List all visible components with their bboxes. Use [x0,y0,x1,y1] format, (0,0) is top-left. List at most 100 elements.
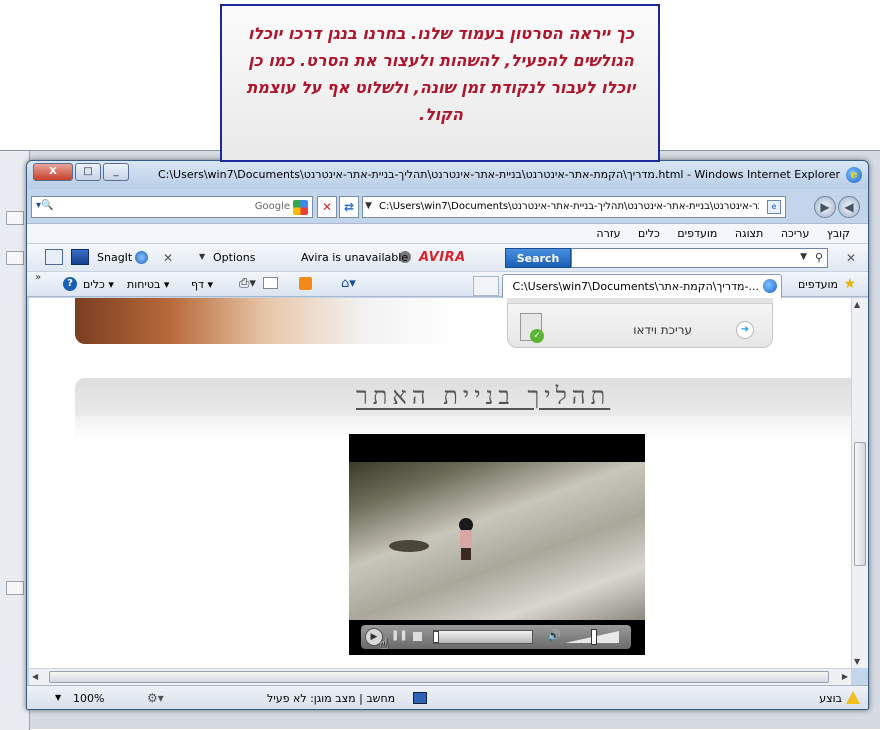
print-icon[interactable]: ⎙▾ [239,276,256,291]
video-edit-link[interactable]: עריכת וידאו [633,323,692,337]
volume-thumb[interactable] [591,629,597,645]
ie-page-icon [763,279,777,293]
favorites-star-icon[interactable]: ★ [843,276,856,292]
video-frame[interactable] [349,462,645,620]
window-close-button[interactable]: X [33,163,73,181]
tab-active[interactable]: C:\Users\win7\Documents\מדריך\הקמת-אתר-.… [502,274,782,298]
chevron-more-icon[interactable]: » [35,272,41,283]
mail-icon[interactable] [263,277,278,289]
menu-items: קובץ עריכה תצוגה מועדפים כלים עזרה [582,227,850,240]
video-player[interactable]: ▶ ❚❚ 🔊 ☝ [349,434,645,655]
horizontal-scrollbar[interactable]: ◀ ▶ [29,668,851,685]
vertical-scrollbar[interactable]: ▲ ▼ [851,298,868,668]
menu-item-help[interactable]: עזרה [596,227,620,240]
page-menu-label: דף [191,278,205,291]
menu-item-view[interactable]: תצוגה [735,227,763,240]
back-button[interactable]: ▶ [814,196,836,218]
toolbars-row: ✕ ⚲ ▼ Search AVIRA Avira is unavailable … [27,243,868,271]
video-scene-child-body [460,530,472,548]
page-icon: e [767,200,781,214]
background-app-control [6,581,24,595]
scroll-left-arrow-icon[interactable]: ◀ [32,672,38,681]
status-text: בוצע [819,692,842,705]
video-scene-rock [389,540,429,552]
close-toolbar-icon[interactable]: ✕ [163,251,173,265]
feeds-icon[interactable] [299,277,312,290]
snagit-capture-icon[interactable] [71,249,89,265]
tools-menu-button[interactable]: כלים ▾ [83,278,114,291]
background-app-control [6,251,24,265]
horizontal-scroll-thumb[interactable] [49,671,829,683]
new-tab-button[interactable] [473,276,499,296]
tools-menu-label: כלים [83,278,105,291]
background-app-control [6,211,24,225]
search-icon[interactable]: ⚲ [815,251,823,264]
menu-bar: קובץ עריכה תצוגה מועדפים כלים עזרה [27,223,868,243]
address-bar[interactable]: e C:\Users\win7\Documents\מדריך\הקמת-אתר… [362,196,786,218]
seek-thumb[interactable] [433,631,439,643]
security-zone[interactable]: מחשב | מצב מוגן: לא פעיל [267,692,395,705]
google-search-box[interactable]: Google ▾🔍 [31,196,313,218]
google-logo-icon [293,200,308,215]
title-bar[interactable]: X □ _ C:\Users\win7\Documents\מדריך\הקמת… [27,161,868,189]
favorites-button[interactable]: מועדפים [798,278,838,291]
avira-status: Avira is unavailable [301,251,409,264]
protected-mode-icon[interactable]: ⚙▾ [147,691,164,705]
page-title: תהליך בניית האתר [356,382,611,410]
scroll-up-arrow-icon[interactable]: ▲ [854,300,860,309]
menu-item-file[interactable]: קובץ [827,227,850,240]
scroll-down-arrow-icon[interactable]: ▼ [854,657,860,666]
scroll-right-arrow-icon[interactable]: ▶ [842,672,848,681]
chevron-down-icon[interactable]: ▼ [199,252,205,261]
chevron-down-icon[interactable]: ▼ [800,252,807,262]
pause-button[interactable]: ❚❚ [391,630,408,641]
help-icon[interactable]: ? [63,277,77,291]
volume-icon[interactable]: 🔊 [547,629,561,642]
page-content: ✓ עריכת וידאו ➜ תהליך בניית האתר ▶ ❚❚ 🔊 … [29,298,851,668]
browser-window: X □ _ C:\Users\win7\Documents\מדריך\הקמת… [26,160,869,710]
seek-bar[interactable] [433,630,533,644]
address-row: ◀ ▶ e C:\Users\win7\Documents\מדריך\הקמת… [27,191,868,221]
callout-text: כך ייראה הסרטון בעמוד שלנו. בחרנו בנגן ד… [246,24,636,124]
address-dropdown-icon[interactable]: ▼ [365,201,372,211]
snagit-capture-window-icon[interactable] [45,249,63,265]
safety-menu-button[interactable]: בטיחות ▾ [127,278,169,291]
chevron-down-icon[interactable]: ▼ [55,693,61,702]
forward-button[interactable]: ◀ [838,196,860,218]
stop-button[interactable]: ✕ [317,196,337,218]
snagit-button[interactable]: SnagIt [97,251,132,264]
mouse-cursor-icon: ☝ [379,634,389,653]
page-menu-button[interactable]: דף ▾ [191,278,213,291]
address-url[interactable]: C:\Users\win7\Documents\מדריך\הקמת-אתר-א… [379,201,759,212]
zoom-level[interactable]: 100% [73,692,104,705]
favorites-command-bar: ★ מועדפים C:\Users\win7\Documents\מדריך\… [27,271,868,298]
home-icon[interactable]: ⌂▾ [341,276,356,291]
snagit-icon [135,251,148,264]
ie-logo-icon: e [846,167,862,183]
status-bar: בוצע מחשב | מצב מוגן: לא פעיל ⚙▾ 100% ▼ [27,685,868,709]
menu-item-favorites[interactable]: מועדפים [677,227,717,240]
menu-item-tools[interactable]: כלים [638,227,660,240]
google-search-input[interactable]: Google [255,201,290,212]
tab-title: C:\Users\win7\Documents\מדריך\הקמת-אתר-.… [512,280,759,293]
refresh-button[interactable]: ⇄ [339,196,359,218]
search-icon[interactable]: ▾🔍 [36,200,53,211]
hero-photo [75,298,460,344]
arrow-right-icon[interactable]: ➜ [736,321,754,339]
check-icon: ✓ [530,329,544,343]
safety-menu-label: בטיחות [127,278,161,291]
stop-video-button[interactable] [413,632,422,641]
close-toolbar-icon[interactable]: ✕ [846,251,856,265]
window-minimize-button[interactable]: _ [103,163,129,181]
window-maximize-button[interactable]: □ [75,163,101,181]
search-button[interactable]: Search [505,248,571,268]
avira-logo: AVIRA [419,250,466,265]
toolbar-search-input[interactable]: ⚲ ▼ [571,248,828,268]
vertical-scroll-thumb[interactable] [854,442,866,566]
window-title: C:\Users\win7\Documents\מדריך\הקמת-אתר-א… [157,168,840,181]
options-button[interactable]: Options [213,251,255,264]
sidebar-link-card[interactable]: ✓ עריכת וידאו ➜ [507,298,773,348]
video-scene-child-legs [461,548,471,560]
sidebar-card-divider [507,298,773,304]
menu-item-edit[interactable]: עריכה [781,227,810,240]
